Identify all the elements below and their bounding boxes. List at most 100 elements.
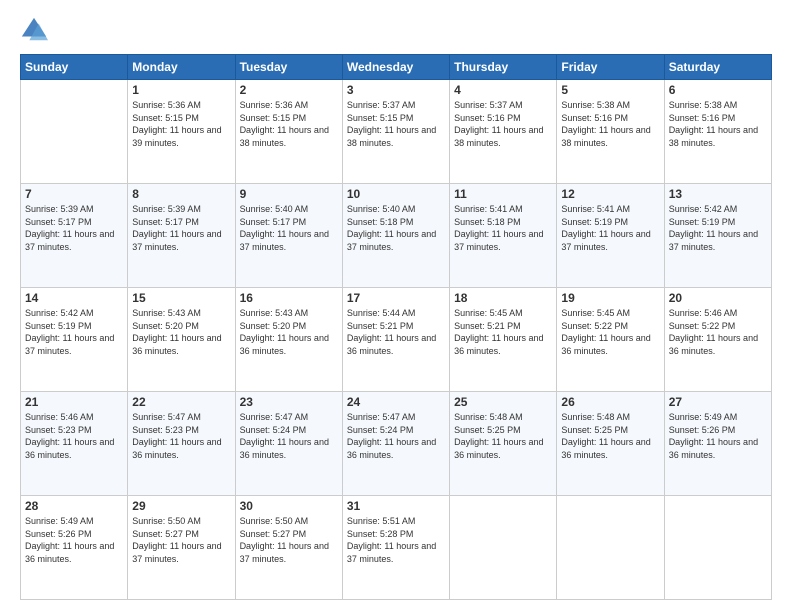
calendar-cell: 8 Sunrise: 5:39 AMSunset: 5:17 PMDaylight… [128, 184, 235, 288]
weekday-header-friday: Friday [557, 55, 664, 80]
calendar-cell: 2Sunrise: 5:36 AMSunset: 5:15 PMDaylight… [235, 80, 342, 184]
calendar-cell: 27 Sunrise: 5:49 AMSunset: 5:26 PMDayligh… [664, 392, 771, 496]
calendar-table: SundayMondayTuesdayWednesdayThursdayFrid… [20, 54, 772, 600]
cell-info: Sunrise: 5:37 AMSunset: 5:15 PMDaylight:… [347, 99, 445, 149]
calendar-cell: 15 Sunrise: 5:43 AMSunset: 5:20 PMDayligh… [128, 288, 235, 392]
cell-info: Sunrise: 5:47 AMSunset: 5:24 PMDaylight:… [347, 411, 445, 461]
day-number: 13 [669, 187, 767, 201]
calendar-cell: 9 Sunrise: 5:40 AMSunset: 5:17 PMDaylight… [235, 184, 342, 288]
day-number: 20 [669, 291, 767, 305]
day-number: 14 [25, 291, 123, 305]
calendar-cell: 21 Sunrise: 5:46 AMSunset: 5:23 PMDayligh… [21, 392, 128, 496]
cell-info: Sunrise: 5:46 AMSunset: 5:23 PMDaylight:… [25, 411, 123, 461]
day-number: 30 [240, 499, 338, 513]
calendar-cell: 29 Sunrise: 5:50 AMSunset: 5:27 PMDayligh… [128, 496, 235, 600]
calendar-cell: 22 Sunrise: 5:47 AMSunset: 5:23 PMDayligh… [128, 392, 235, 496]
day-number: 23 [240, 395, 338, 409]
calendar-cell: 20Sunrise: 5:46 AMSunset: 5:22 PMDayligh… [664, 288, 771, 392]
cell-info: Sunrise: 5:49 AMSunset: 5:26 PMDaylight:… [25, 515, 123, 565]
day-number: 9 [240, 187, 338, 201]
cell-info: Sunrise: 5:41 AMSunset: 5:18 PMDaylight:… [454, 203, 552, 253]
day-number: 15 [132, 291, 230, 305]
calendar-cell: 24 Sunrise: 5:47 AMSunset: 5:24 PMDayligh… [342, 392, 449, 496]
calendar-cell: 23 Sunrise: 5:47 AMSunset: 5:24 PMDayligh… [235, 392, 342, 496]
page: SundayMondayTuesdayWednesdayThursdayFrid… [0, 0, 792, 612]
day-number: 12 [561, 187, 659, 201]
weekday-header-tuesday: Tuesday [235, 55, 342, 80]
calendar-cell: 19 Sunrise: 5:45 AMSunset: 5:22 PMDayligh… [557, 288, 664, 392]
day-number: 11 [454, 187, 552, 201]
day-number: 31 [347, 499, 445, 513]
day-number: 27 [669, 395, 767, 409]
day-number: 6 [669, 83, 767, 97]
calendar-cell: 18Sunrise: 5:45 AMSunset: 5:21 PMDayligh… [450, 288, 557, 392]
day-number: 18 [454, 291, 552, 305]
logo-icon [20, 16, 48, 44]
weekday-row: SundayMondayTuesdayWednesdayThursdayFrid… [21, 55, 772, 80]
day-number: 7 [25, 187, 123, 201]
day-number: 22 [132, 395, 230, 409]
day-number: 2 [240, 83, 338, 97]
cell-info: Sunrise: 5:39 AMSunset: 5:17 PMDaylight:… [132, 203, 230, 253]
calendar-cell: 25 Sunrise: 5:48 AMSunset: 5:25 PMDayligh… [450, 392, 557, 496]
day-number: 25 [454, 395, 552, 409]
cell-info: Sunrise: 5:49 AMSunset: 5:26 PMDaylight:… [669, 411, 767, 461]
calendar-cell: 3Sunrise: 5:37 AMSunset: 5:15 PMDaylight… [342, 80, 449, 184]
calendar-cell: 4 Sunrise: 5:37 AMSunset: 5:16 PMDaylight… [450, 80, 557, 184]
day-number: 4 [454, 83, 552, 97]
calendar-cell: 26 Sunrise: 5:48 AMSunset: 5:25 PMDayligh… [557, 392, 664, 496]
cell-info: Sunrise: 5:42 AMSunset: 5:19 PMDaylight:… [25, 307, 123, 357]
cell-info: Sunrise: 5:41 AMSunset: 5:19 PMDaylight:… [561, 203, 659, 253]
cell-info: Sunrise: 5:43 AMSunset: 5:20 PMDaylight:… [240, 307, 338, 357]
calendar-header: SundayMondayTuesdayWednesdayThursdayFrid… [21, 55, 772, 80]
calendar-cell: 11 Sunrise: 5:41 AMSunset: 5:18 PMDayligh… [450, 184, 557, 288]
calendar-cell: 30Sunrise: 5:50 AMSunset: 5:27 PMDayligh… [235, 496, 342, 600]
cell-info: Sunrise: 5:45 AMSunset: 5:22 PMDaylight:… [561, 307, 659, 357]
cell-info: Sunrise: 5:47 AMSunset: 5:23 PMDaylight:… [132, 411, 230, 461]
cell-info: Sunrise: 5:39 AMSunset: 5:17 PMDaylight:… [25, 203, 123, 253]
calendar-cell: 31 Sunrise: 5:51 AMSunset: 5:28 PMDayligh… [342, 496, 449, 600]
calendar-cell [557, 496, 664, 600]
calendar-cell [664, 496, 771, 600]
calendar-cell: 7 Sunrise: 5:39 AMSunset: 5:17 PMDaylight… [21, 184, 128, 288]
cell-info: Sunrise: 5:50 AMSunset: 5:27 PMDaylight:… [132, 515, 230, 565]
weekday-header-monday: Monday [128, 55, 235, 80]
cell-info: Sunrise: 5:40 AMSunset: 5:17 PMDaylight:… [240, 203, 338, 253]
calendar-body: 1Sunrise: 5:36 AMSunset: 5:15 PMDaylight… [21, 80, 772, 600]
calendar-cell: 6 Sunrise: 5:38 AMSunset: 5:16 PMDaylight… [664, 80, 771, 184]
cell-info: Sunrise: 5:43 AMSunset: 5:20 PMDaylight:… [132, 307, 230, 357]
day-number: 29 [132, 499, 230, 513]
calendar-cell: 12 Sunrise: 5:41 AMSunset: 5:19 PMDayligh… [557, 184, 664, 288]
weekday-header-sunday: Sunday [21, 55, 128, 80]
calendar-cell [450, 496, 557, 600]
weekday-header-saturday: Saturday [664, 55, 771, 80]
day-number: 26 [561, 395, 659, 409]
calendar-cell: 1Sunrise: 5:36 AMSunset: 5:15 PMDaylight… [128, 80, 235, 184]
weekday-header-wednesday: Wednesday [342, 55, 449, 80]
calendar-cell: 13Sunrise: 5:42 AMSunset: 5:19 PMDayligh… [664, 184, 771, 288]
calendar-cell [21, 80, 128, 184]
cell-info: Sunrise: 5:38 AMSunset: 5:16 PMDaylight:… [669, 99, 767, 149]
calendar-cell: 5Sunrise: 5:38 AMSunset: 5:16 PMDaylight… [557, 80, 664, 184]
week-row-1: 7 Sunrise: 5:39 AMSunset: 5:17 PMDaylight… [21, 184, 772, 288]
day-number: 24 [347, 395, 445, 409]
cell-info: Sunrise: 5:37 AMSunset: 5:16 PMDaylight:… [454, 99, 552, 149]
cell-info: Sunrise: 5:48 AMSunset: 5:25 PMDaylight:… [454, 411, 552, 461]
cell-info: Sunrise: 5:47 AMSunset: 5:24 PMDaylight:… [240, 411, 338, 461]
day-number: 16 [240, 291, 338, 305]
day-number: 17 [347, 291, 445, 305]
calendar-cell: 16 Sunrise: 5:43 AMSunset: 5:20 PMDayligh… [235, 288, 342, 392]
calendar-cell: 28Sunrise: 5:49 AMSunset: 5:26 PMDayligh… [21, 496, 128, 600]
cell-info: Sunrise: 5:38 AMSunset: 5:16 PMDaylight:… [561, 99, 659, 149]
day-number: 19 [561, 291, 659, 305]
week-row-0: 1Sunrise: 5:36 AMSunset: 5:15 PMDaylight… [21, 80, 772, 184]
cell-info: Sunrise: 5:44 AMSunset: 5:21 PMDaylight:… [347, 307, 445, 357]
day-number: 10 [347, 187, 445, 201]
day-number: 21 [25, 395, 123, 409]
cell-info: Sunrise: 5:48 AMSunset: 5:25 PMDaylight:… [561, 411, 659, 461]
day-number: 8 [132, 187, 230, 201]
calendar-cell: 14 Sunrise: 5:42 AMSunset: 5:19 PMDayligh… [21, 288, 128, 392]
cell-info: Sunrise: 5:51 AMSunset: 5:28 PMDaylight:… [347, 515, 445, 565]
week-row-2: 14 Sunrise: 5:42 AMSunset: 5:19 PMDayligh… [21, 288, 772, 392]
logo [20, 16, 52, 44]
